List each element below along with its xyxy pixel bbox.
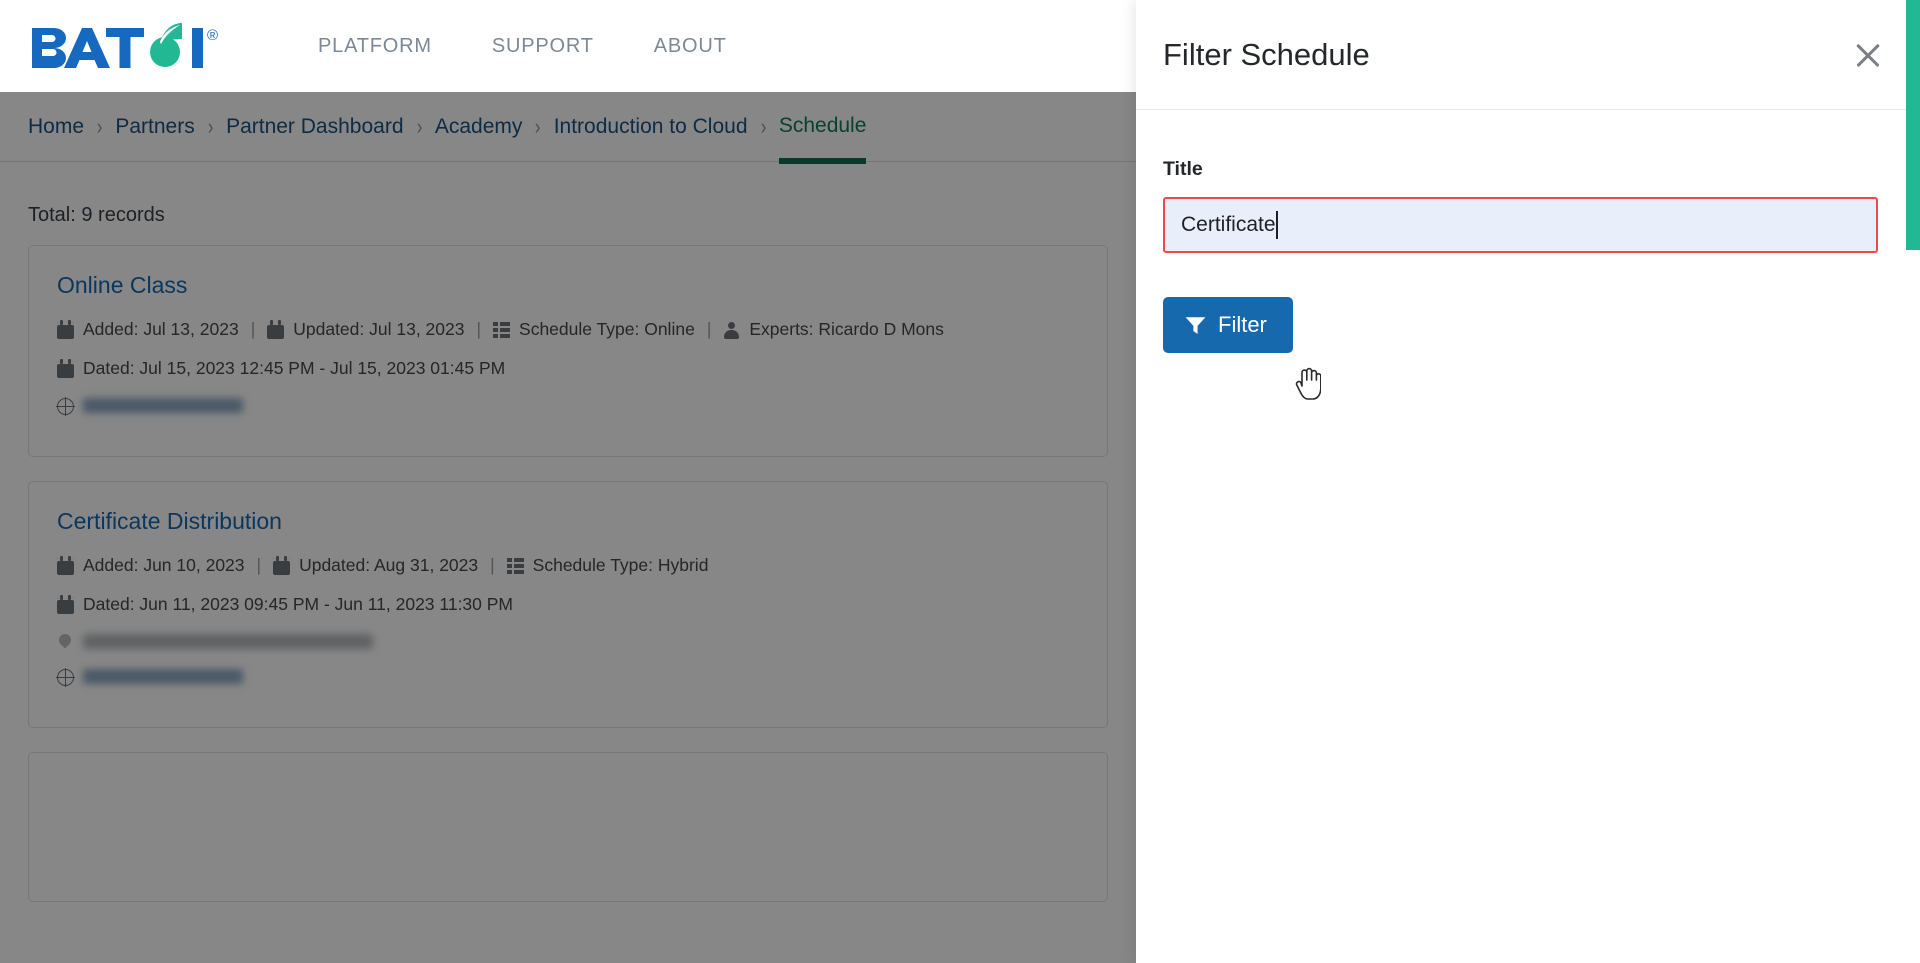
schedule-meta-row: Added: Jul 13, 2023 | Updated: Jul 13, 2… xyxy=(57,319,1079,340)
schedule-title[interactable]: Certificate Distribution xyxy=(57,508,1079,535)
calendar-icon xyxy=(57,320,74,339)
registered-trademark: ® xyxy=(207,27,218,44)
breadcrumb-item-introduction-to-cloud[interactable]: Introduction to Cloud xyxy=(554,115,748,139)
nav-item-support[interactable]: SUPPORT xyxy=(462,29,624,64)
schedule-type-meta: Schedule Type: Hybrid xyxy=(506,555,709,576)
schedule-card[interactable]: Certificate Distribution Added: Jun 10, … xyxy=(28,481,1108,728)
schedule-location-row: Conference Room, Batoi Head Office xyxy=(57,633,1079,650)
batoi-logo[interactable]: ® xyxy=(30,22,226,70)
added-label: Added: Jun 10, 2023 xyxy=(83,555,245,575)
panel-header: Filter Schedule xyxy=(1136,0,1920,110)
accent-strip xyxy=(1906,0,1920,250)
updated-label: Updated: Jul 13, 2023 xyxy=(293,319,465,339)
breadcrumb: Home › Partners › Partner Dashboard › Ac… xyxy=(28,113,866,164)
schedule-type-label: Schedule Type: Online xyxy=(519,319,695,339)
added-meta: Added: Jul 13, 2023 xyxy=(57,319,239,340)
chevron-right-icon: › xyxy=(535,113,541,139)
updated-meta: Updated: Aug 31, 2023 xyxy=(273,555,478,576)
meta-divider: | xyxy=(490,555,495,575)
calendar-icon xyxy=(57,556,74,575)
schedule-dated-row: Dated: Jun 11, 2023 09:45 PM - Jun 11, 2… xyxy=(57,594,1079,615)
calendar-icon xyxy=(57,359,74,378)
chevron-right-icon: › xyxy=(416,113,422,139)
list-icon xyxy=(493,322,511,339)
close-icon[interactable] xyxy=(1846,33,1890,77)
added-meta: Added: Jun 10, 2023 xyxy=(57,555,245,576)
schedule-link[interactable]: shrouded-url xyxy=(83,669,243,684)
experts-meta: Experts: Ricardo D Mons xyxy=(723,319,944,340)
schedule-location: Conference Room, Batoi Head Office xyxy=(83,634,373,649)
calendar-icon xyxy=(273,556,291,575)
batoi-logo-icon: ® xyxy=(32,23,218,68)
added-label: Added: Jul 13, 2023 xyxy=(83,319,239,339)
nav-item-platform[interactable]: PLATFORM xyxy=(288,29,462,64)
breadcrumb-band: Home › Partners › Partner Dashboard › Ac… xyxy=(0,92,1136,164)
schedule-meta-row: Added: Jun 10, 2023 | Updated: Aug 31, 2… xyxy=(57,555,1079,576)
primary-nav: PLATFORM SUPPORT ABOUT xyxy=(288,29,757,64)
schedule-type-meta: Schedule Type: Online xyxy=(493,319,695,340)
nav-item-about[interactable]: ABOUT xyxy=(624,29,757,64)
title-input-wrap xyxy=(1163,197,1878,253)
schedule-title[interactable]: Online Class xyxy=(57,272,1079,299)
schedule-list: Total: 9 records Online Class Added: Jul… xyxy=(0,162,1136,902)
dated-label: Dated: Jul 15, 2023 12:45 PM - Jul 15, 2… xyxy=(83,358,506,378)
filter-button[interactable]: Filter xyxy=(1163,297,1293,353)
record-count: Total: 9 records xyxy=(28,204,165,226)
schedule-link-row: shrouded-url xyxy=(56,668,1079,687)
calendar-icon xyxy=(57,595,74,614)
top-navbar: ® PLATFORM SUPPORT ABOUT xyxy=(0,0,1136,92)
breadcrumb-item-partner-dashboard[interactable]: Partner Dashboard xyxy=(226,115,403,139)
title-input[interactable] xyxy=(1163,197,1878,253)
breadcrumb-item-academy[interactable]: Academy xyxy=(435,115,523,139)
filter-button-label: Filter xyxy=(1218,312,1267,337)
globe-icon xyxy=(56,397,75,416)
schedule-card[interactable] xyxy=(28,752,1108,902)
meta-divider: | xyxy=(250,319,256,339)
meta-divider: | xyxy=(256,555,262,575)
meta-divider: | xyxy=(706,319,712,339)
dated-label: Dated: Jun 11, 2023 09:45 PM - Jun 11, 2… xyxy=(83,594,514,614)
panel-body: Title Filter xyxy=(1136,110,1920,353)
chevron-right-icon: › xyxy=(207,113,214,139)
filter-schedule-panel: Filter Schedule Title Filter xyxy=(1136,0,1920,963)
text-caret xyxy=(1276,211,1278,239)
schedule-card[interactable]: Online Class Added: Jul 13, 2023 | Updat… xyxy=(28,245,1108,457)
schedule-dated-row: Dated: Jul 15, 2023 12:45 PM - Jul 15, 2… xyxy=(57,358,1079,379)
breadcrumb-item-home[interactable]: Home xyxy=(28,115,84,139)
list-icon xyxy=(506,558,524,575)
calendar-icon xyxy=(267,320,285,339)
user-icon xyxy=(723,322,740,339)
experts-label: Experts: Ricardo D Mons xyxy=(749,319,944,339)
updated-label: Updated: Aug 31, 2023 xyxy=(299,555,479,575)
updated-meta: Updated: Jul 13, 2023 xyxy=(267,319,464,340)
breadcrumb-item-schedule[interactable]: Schedule xyxy=(778,114,866,164)
breadcrumb-item-partners[interactable]: Partners xyxy=(115,115,194,139)
schedule-type-label: Schedule Type: Hybrid xyxy=(532,555,709,575)
globe-icon xyxy=(56,668,75,687)
app-page: ® PLATFORM SUPPORT ABOUT Home › Partners… xyxy=(0,0,1136,963)
schedule-link-row: shrouded-url xyxy=(56,397,1079,416)
chevron-right-icon: › xyxy=(96,113,103,139)
funnel-icon xyxy=(1185,316,1206,334)
panel-title: Filter Schedule xyxy=(1163,36,1370,72)
schedule-link[interactable]: shrouded-url xyxy=(83,398,243,413)
title-field-label: Title xyxy=(1163,158,1203,180)
location-pin-icon xyxy=(57,634,74,651)
chevron-right-icon: › xyxy=(760,113,766,139)
meta-divider: | xyxy=(476,319,482,339)
